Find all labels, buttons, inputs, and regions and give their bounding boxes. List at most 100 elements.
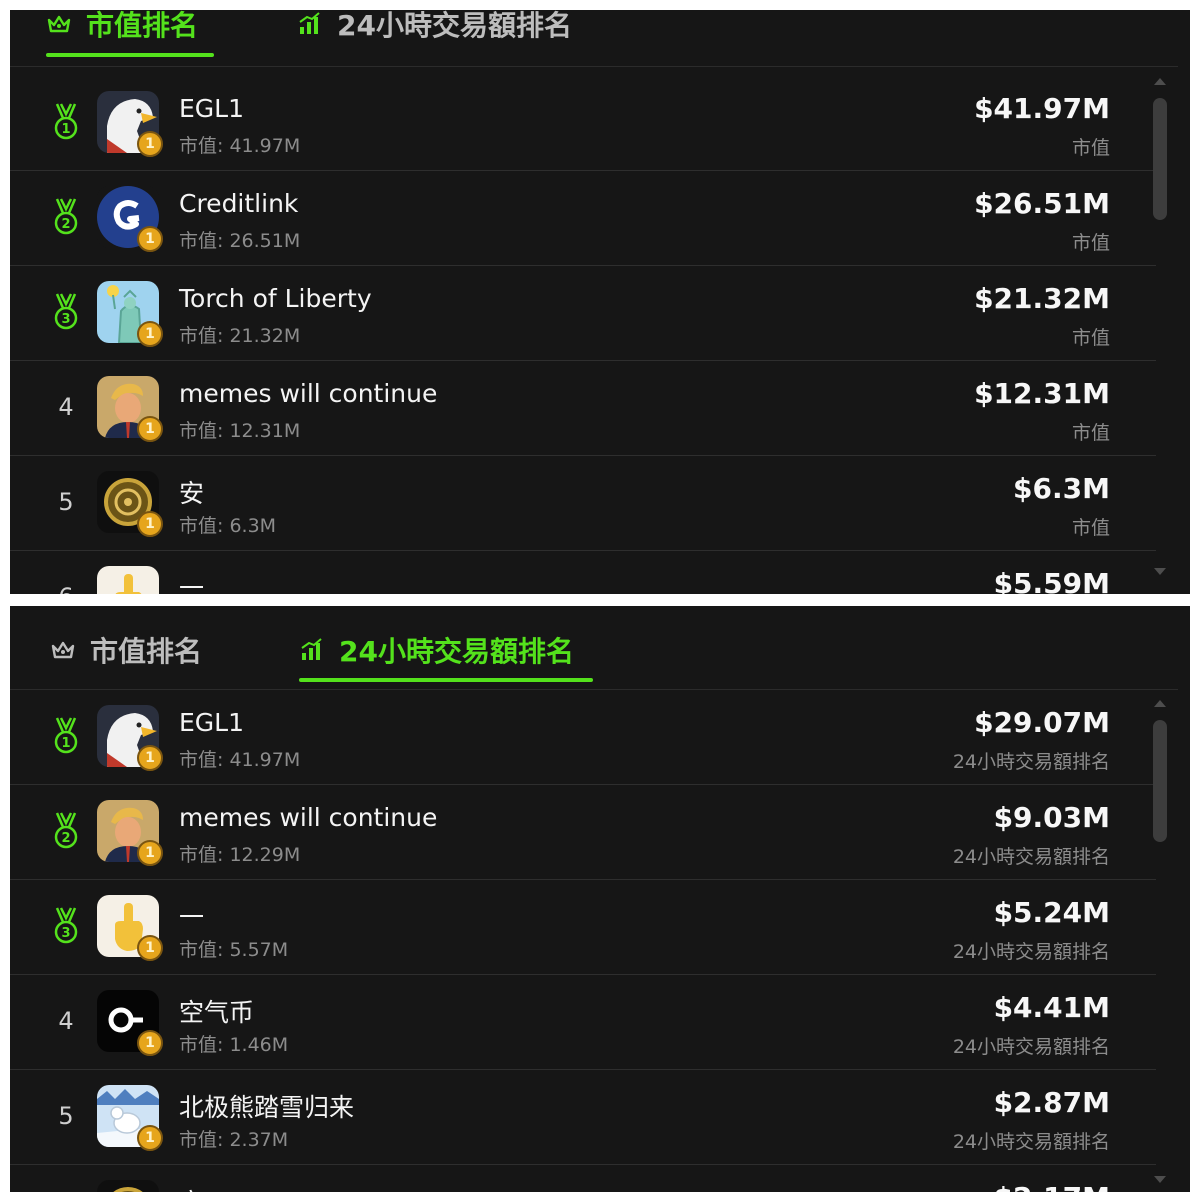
list-item[interactable]: 4 1 memes will continue 市值: 12.31M $12.3… (10, 361, 1156, 456)
tab-market-cap[interactable]: 市值排名 (50, 630, 202, 670)
coin-badge-icon: 1 (137, 935, 163, 961)
list-item[interactable]: 5 1 北极熊踏雪归来 市值: 2.37M $2.87M 24小時交易額排名 (10, 1070, 1156, 1165)
coin-badge-icon: 1 (137, 1030, 163, 1056)
token-value: $2.87M (993, 1086, 1110, 1119)
scroll-thumb[interactable] (1153, 98, 1167, 220)
medal-icon: 2 (54, 812, 78, 849)
token-value: $6.3M (1013, 472, 1110, 505)
tab-24h-volume-label: 24小時交易額排名 (337, 10, 572, 42)
tab-24h-volume[interactable]: 24小時交易額排名 (299, 630, 574, 670)
scrollbar[interactable] (1152, 78, 1168, 578)
tab-market-cap-label: 市值排名 (90, 635, 203, 668)
rank-medal: 1 (46, 102, 86, 142)
token-avatar: 1 (97, 895, 163, 961)
token-avatar (97, 1180, 159, 1192)
svg-text:3: 3 (61, 926, 70, 941)
token-market-cap: 市值: 2.37M (179, 1129, 289, 1151)
list-item[interactable]: 6 一 $5.59M (10, 551, 1156, 594)
ranking-tabs: 市值排名 24小時交易額排名 (10, 606, 1178, 690)
crown-icon (47, 15, 71, 33)
token-value-label: 24小時交易額排名 (952, 1036, 1110, 1058)
list-item[interactable]: 4 1 空气币 市值: 1.46M $4.41M 24小時交易額排名 (10, 975, 1156, 1070)
token-name: EGL1 (179, 94, 245, 123)
active-tab-underline (299, 678, 593, 682)
rank-number: 6 (46, 577, 86, 594)
rank-medal: 1 (46, 716, 86, 756)
coin-badge-icon: 1 (137, 226, 163, 252)
token-avatar: 1 (97, 990, 163, 1056)
token-value: $2.17M (994, 1181, 1110, 1192)
token-avatar: 1 (97, 800, 163, 866)
list-item[interactable]: 3 1 一 市值: 5.57M $5.24M 24小時交易額排名 (10, 880, 1156, 975)
scroll-down-icon[interactable] (1154, 1176, 1166, 1183)
scrollbar[interactable] (1152, 700, 1168, 1184)
list-item[interactable]: 1 1 EGL1 市值: 41.97M $29.07M 24小時交易額排名 (10, 690, 1156, 785)
scroll-thumb[interactable] (1153, 720, 1167, 842)
market-cap-ranking-panel: 市值排名 24小時交易額排名 1 1 EGL1 市值: 41.97M $41.9… (10, 10, 1190, 594)
token-market-cap: 市值: 41.97M (179, 749, 301, 771)
scroll-up-icon[interactable] (1154, 78, 1166, 85)
token-name: memes will continue (179, 379, 438, 408)
token-value-label: 市值 (1071, 232, 1110, 254)
tab-24h-volume[interactable]: 24小時交易額排名 (297, 10, 572, 44)
svg-text:2: 2 (61, 217, 70, 232)
list-item[interactable]: 6 安 $2.17M (10, 1165, 1156, 1192)
medal-icon: 3 (54, 907, 78, 944)
list-item[interactable]: 3 1 Torch of Liberty 市值: 21.32M $21.32M … (10, 266, 1156, 361)
token-name: EGL1 (179, 708, 245, 737)
token-name: Torch of Liberty (179, 284, 372, 313)
token-value-label: 市值 (1071, 517, 1110, 539)
token-avatar (97, 566, 159, 594)
token-value: $21.32M (974, 282, 1110, 315)
ranking-list: 1 1 EGL1 市值: 41.97M $41.97M 市值 2 1 Credi… (10, 76, 1156, 594)
token-name: memes will continue (179, 803, 438, 832)
token-avatar: 1 (97, 1085, 163, 1151)
rank-medal: 2 (46, 197, 86, 237)
token-value-label: 24小時交易額排名 (952, 751, 1110, 773)
svg-text:3: 3 (61, 312, 70, 327)
coin-badge-icon: 1 (137, 321, 163, 347)
rank-number: 5 (58, 1102, 74, 1130)
coin-badge-icon: 1 (137, 511, 163, 537)
tab-market-cap[interactable]: 市值排名 (46, 10, 198, 44)
coin-badge-icon: 1 (137, 840, 163, 866)
token-market-cap: 市值: 26.51M (179, 230, 301, 252)
token-market-cap: 市值: 5.57M (179, 939, 289, 961)
coin-badge-icon: 1 (137, 416, 163, 442)
tab-market-cap-label: 市值排名 (86, 10, 199, 42)
token-avatar: 1 (97, 705, 163, 771)
token-value: $29.07M (974, 706, 1110, 739)
rank-medal: 3 (46, 906, 86, 946)
token-value-label: 24小時交易額排名 (952, 846, 1110, 868)
list-item[interactable]: 1 1 EGL1 市值: 41.97M $41.97M 市值 (10, 76, 1156, 171)
finger-avatar (97, 566, 159, 594)
token-value-label: 市值 (1071, 137, 1110, 159)
coin-badge-icon: 1 (137, 1125, 163, 1151)
token-value: $4.41M (993, 991, 1110, 1024)
scroll-up-icon[interactable] (1154, 700, 1166, 707)
coin-badge-icon: 1 (137, 745, 163, 771)
token-market-cap: 市值: 1.46M (179, 1034, 289, 1056)
token-name: 一 (179, 574, 205, 594)
rank-medal: 2 (46, 811, 86, 851)
rank-number: 4 (58, 1007, 74, 1035)
chart-icon (301, 638, 322, 660)
rank-number: 4 (58, 393, 74, 421)
token-value: $12.31M (974, 377, 1110, 410)
crown-icon (51, 641, 75, 659)
volume-ranking-panel: 市值排名 24小時交易額排名 1 1 EGL1 市值: 41.97M $29.0… (10, 606, 1190, 1192)
scroll-down-icon[interactable] (1154, 568, 1166, 575)
medal-icon: 1 (54, 103, 78, 140)
svg-text:2: 2 (61, 831, 70, 846)
token-value-label: 24小時交易額排名 (952, 941, 1110, 963)
medal-icon: 1 (54, 717, 78, 754)
token-name: Creditlink (179, 189, 299, 218)
list-item[interactable]: 2 1 Creditlink 市值: 26.51M $26.51M 市值 (10, 171, 1156, 266)
list-item[interactable]: 5 1 安 市值: 6.3M $6.3M 市值 (10, 456, 1156, 551)
list-item[interactable]: 2 1 memes will continue 市值: 12.29M $9.03… (10, 785, 1156, 880)
rank-number: 5 (58, 488, 74, 516)
token-name: 安 (179, 479, 205, 508)
token-avatar: 1 (97, 281, 163, 347)
token-name: 空气币 (179, 998, 255, 1027)
token-avatar: 1 (97, 376, 163, 442)
